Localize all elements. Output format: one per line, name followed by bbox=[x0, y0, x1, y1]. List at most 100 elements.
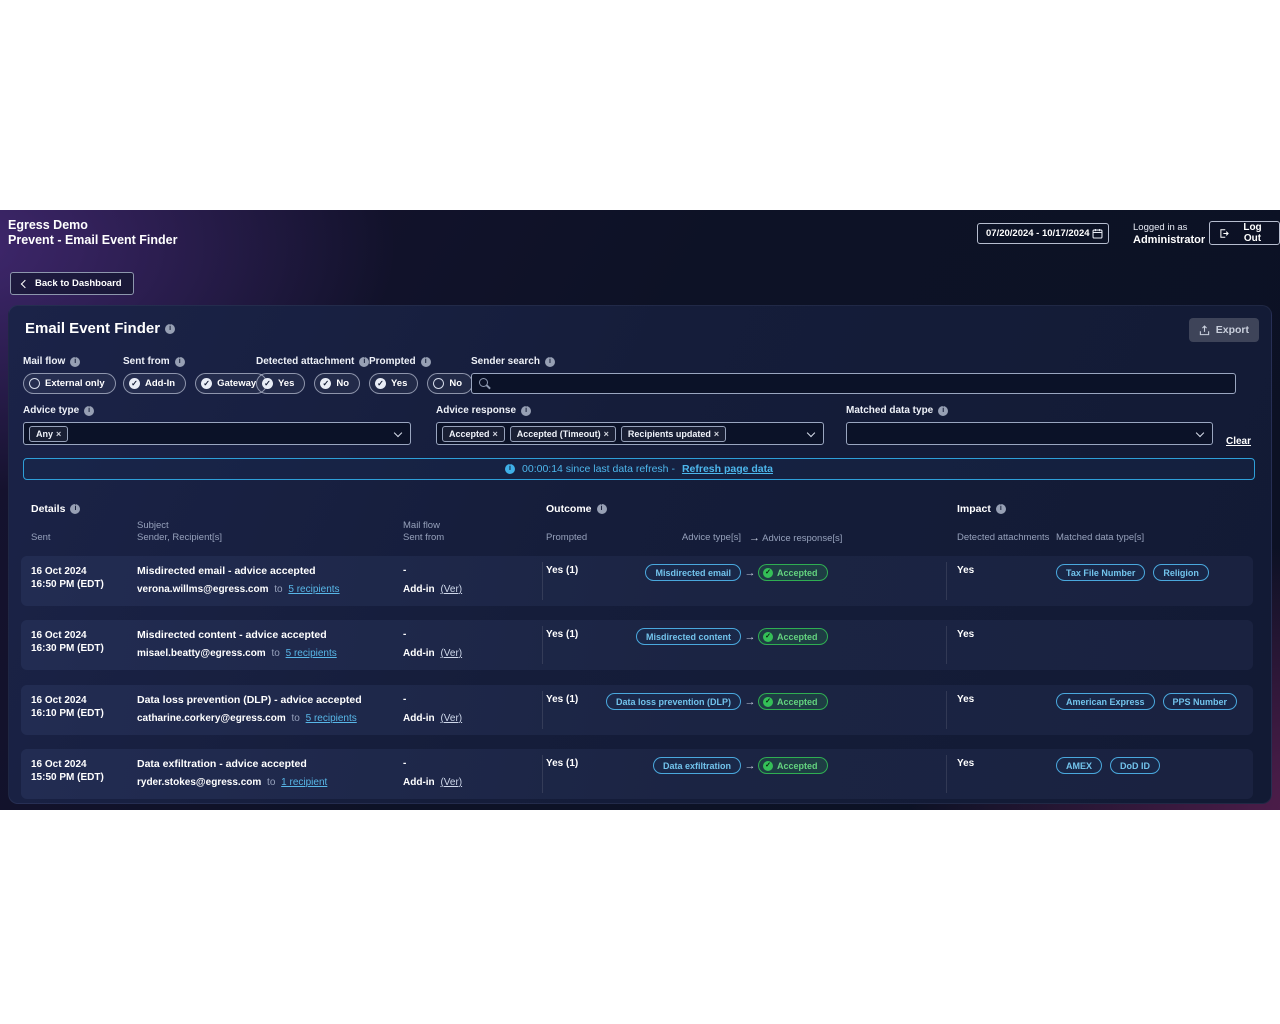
refresh-page-data-link[interactable]: Refresh page data bbox=[682, 463, 773, 475]
event-sender: catharine.corkery@egress.com to 5 recipi… bbox=[137, 713, 357, 724]
remove-chip-icon[interactable] bbox=[714, 429, 719, 439]
advice-response-select[interactable]: Accepted Accepted (Timeout) Recipients u… bbox=[436, 422, 824, 445]
info-icon bbox=[505, 464, 515, 474]
matched-data-chip[interactable]: American Express bbox=[1056, 693, 1155, 710]
recipients-link[interactable]: 5 recipients bbox=[306, 713, 357, 724]
detected-attachment-yes-label: Yes bbox=[278, 378, 294, 389]
filter-chip-label: Any bbox=[36, 429, 53, 439]
back-label: Back to Dashboard bbox=[35, 278, 122, 289]
info-icon[interactable] bbox=[938, 406, 948, 416]
info-icon[interactable] bbox=[421, 357, 431, 367]
col-subject: Subject bbox=[137, 520, 169, 531]
event-row[interactable]: 16 Oct 2024 16:10 PM (EDT) Data loss pre… bbox=[21, 685, 1253, 735]
advice-type-chip[interactable]: Misdirected email bbox=[645, 564, 741, 581]
filter-chip-label: Recipients updated bbox=[628, 429, 711, 439]
event-row[interactable]: 16 Oct 2024 15:50 PM (EDT) Data exfiltra… bbox=[21, 749, 1253, 799]
event-row[interactable]: 16 Oct 2024 16:30 PM (EDT) Misdirected c… bbox=[21, 620, 1253, 670]
sender-search-input[interactable] bbox=[471, 373, 1236, 394]
advice-response-chip-label: Accepted bbox=[777, 697, 818, 707]
external-only-toggle[interactable]: External only bbox=[23, 373, 116, 394]
info-icon[interactable] bbox=[996, 504, 1006, 514]
matched-data-type-label: Matched data type bbox=[846, 405, 1213, 416]
prompted-label-text: Prompted bbox=[369, 356, 416, 367]
page: Egress Demo Prevent - Email Event Finder… bbox=[0, 0, 1280, 1024]
event-time: 16:30 PM (EDT) bbox=[31, 642, 104, 655]
to-label: to bbox=[292, 713, 300, 724]
filter-chip[interactable]: Accepted bbox=[442, 426, 505, 442]
info-icon[interactable] bbox=[84, 406, 94, 416]
version-link[interactable]: (Ver) bbox=[440, 777, 462, 788]
col-advice-response: Advice response[s] bbox=[749, 532, 842, 544]
recipients-link[interactable]: 5 recipients bbox=[286, 648, 337, 659]
advice-response-chip-label: Accepted bbox=[777, 632, 818, 642]
recipients-link[interactable]: 5 recipients bbox=[288, 584, 339, 595]
event-sent-from: Add-in (Ver) bbox=[403, 584, 462, 595]
matched-data-type-select[interactable] bbox=[846, 422, 1213, 445]
info-icon[interactable] bbox=[597, 504, 607, 514]
event-detected: Yes bbox=[957, 565, 974, 576]
info-icon[interactable] bbox=[521, 406, 531, 416]
add-in-toggle[interactable]: Add-In bbox=[123, 373, 186, 394]
event-sender: verona.willms@egress.com to 5 recipients bbox=[137, 584, 340, 595]
version-link[interactable]: (Ver) bbox=[440, 584, 462, 595]
prompted-no-toggle[interactable]: No bbox=[427, 373, 473, 394]
recipients-link[interactable]: 1 recipient bbox=[281, 777, 327, 788]
advice-type-select[interactable]: Any bbox=[23, 422, 411, 445]
info-icon[interactable] bbox=[70, 357, 80, 367]
matched-data-chip[interactable]: DoD ID bbox=[1110, 757, 1160, 774]
info-icon[interactable] bbox=[545, 357, 555, 367]
advice-type-chip[interactable]: Data exfiltration bbox=[653, 757, 741, 774]
matched-data-chip[interactable]: Tax File Number bbox=[1056, 564, 1145, 581]
matched-data-chip[interactable]: PPS Number bbox=[1163, 693, 1238, 710]
info-icon[interactable] bbox=[175, 357, 185, 367]
remove-chip-icon[interactable] bbox=[493, 429, 498, 439]
col-advice-type: Advice type[s] bbox=[599, 532, 741, 543]
export-icon bbox=[1199, 325, 1210, 336]
app-title: Egress Demo bbox=[8, 218, 178, 233]
detected-attachment-no-toggle[interactable]: No bbox=[314, 373, 360, 394]
export-button[interactable]: Export bbox=[1189, 318, 1259, 342]
advice-type-chip[interactable]: Misdirected content bbox=[636, 628, 741, 645]
col-sent: Sent bbox=[31, 532, 51, 543]
remove-chip-icon[interactable] bbox=[56, 429, 61, 439]
advice-response-chip[interactable]: Accepted bbox=[758, 564, 828, 581]
advice-response-chip[interactable]: Accepted bbox=[758, 757, 828, 774]
details-group-header: Details bbox=[31, 503, 80, 515]
advice-type-chip[interactable]: Data loss prevention (DLP) bbox=[606, 693, 741, 710]
info-icon[interactable] bbox=[359, 357, 369, 367]
info-icon[interactable] bbox=[70, 504, 80, 514]
clear-filters-link[interactable]: Clear bbox=[1226, 436, 1251, 447]
matched-data-chips: American Express PPS Number bbox=[1056, 693, 1237, 710]
sent-from-value: Add-in bbox=[403, 648, 435, 659]
matched-data-chip[interactable]: AMEX bbox=[1056, 757, 1102, 774]
check-icon bbox=[320, 378, 331, 389]
event-detected: Yes bbox=[957, 629, 974, 640]
advice-response-chip[interactable]: Accepted bbox=[758, 628, 828, 645]
info-icon[interactable] bbox=[165, 324, 175, 334]
detected-attachment-yes-toggle[interactable]: Yes bbox=[256, 373, 305, 394]
check-icon bbox=[763, 632, 773, 642]
version-link[interactable]: (Ver) bbox=[440, 713, 462, 724]
event-row[interactable]: 16 Oct 2024 16:50 PM (EDT) Misdirected e… bbox=[21, 556, 1253, 606]
prompted-yes-toggle[interactable]: Yes bbox=[369, 373, 418, 394]
col-advice-response-label: Advice response[s] bbox=[762, 533, 842, 544]
back-to-dashboard-button[interactable]: Back to Dashboard bbox=[10, 272, 134, 295]
filter-chip[interactable]: Accepted (Timeout) bbox=[510, 426, 616, 442]
page-title: Prevent - Email Event Finder bbox=[8, 233, 178, 248]
event-sent-from: Add-in (Ver) bbox=[403, 713, 462, 724]
logout-button[interactable]: Log Out bbox=[1209, 221, 1280, 245]
column-divider bbox=[542, 562, 543, 600]
search-icon bbox=[479, 378, 488, 387]
sender-email: misael.beatty@egress.com bbox=[137, 648, 266, 659]
matched-data-chip[interactable]: Religion bbox=[1153, 564, 1209, 581]
col-detected-attachments: Detected attachments bbox=[957, 532, 1049, 543]
remove-chip-icon[interactable] bbox=[604, 429, 609, 439]
to-label: to bbox=[271, 648, 279, 659]
external-only-label: External only bbox=[45, 378, 105, 389]
advice-response-chip[interactable]: Accepted bbox=[758, 693, 828, 710]
date-range-picker[interactable]: 07/20/2024 - 10/17/2024 bbox=[977, 223, 1109, 244]
check-icon bbox=[262, 378, 273, 389]
version-link[interactable]: (Ver) bbox=[440, 648, 462, 659]
filter-chip[interactable]: Recipients updated bbox=[621, 426, 726, 442]
filter-chip[interactable]: Any bbox=[29, 426, 68, 442]
